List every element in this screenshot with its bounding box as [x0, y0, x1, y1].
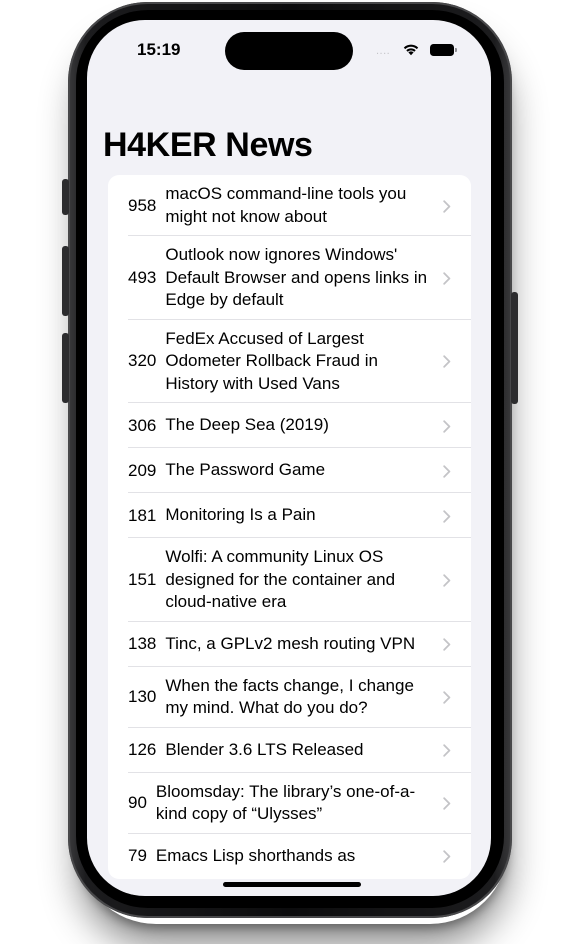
story-title: Emacs Lisp shorthands as [155, 845, 356, 865]
list-item[interactable]: 79 Emacs Lisp shorthands as [108, 834, 471, 879]
story-score: 958 [128, 195, 157, 215]
status-bar: 15:19 .... [87, 20, 491, 80]
list-item[interactable]: 306 The Deep Sea (2019) [108, 403, 471, 448]
story-title: FedEx Accused of Largest Odometer Rollba… [165, 328, 378, 393]
story-title: Tinc, a GPLv2 mesh routing VPN [165, 633, 416, 653]
list-item[interactable]: 181 Monitoring Is a Pain [108, 493, 471, 538]
chevron-right-icon [443, 574, 451, 587]
volume-up-button [62, 246, 69, 316]
story-title: Wolfi: A community Linux OS designed for… [165, 547, 396, 611]
list-item[interactable]: 151 Wolfi: A community Linux OS designed … [108, 538, 471, 622]
chevron-right-icon [443, 199, 451, 213]
story-score: 306 [128, 415, 157, 435]
story-list[interactable]: 958 macOS command-line tools you might no… [108, 175, 471, 879]
story-title: Blender 3.6 LTS Released [165, 739, 364, 759]
list-item[interactable]: 138 Tinc, a GPLv2 mesh routing VPN [108, 622, 471, 667]
story-title: Outlook now ignores Windows' Default Bro… [165, 245, 428, 309]
chevron-right-icon [443, 419, 451, 433]
chevron-right-icon [443, 850, 451, 863]
chevron-right-icon [443, 272, 451, 285]
chevron-right-icon [443, 638, 451, 651]
story-score: 130 [128, 687, 157, 706]
dynamic-island [225, 32, 353, 70]
list-item[interactable]: 493 Outlook now ignores Windows' Default … [108, 236, 471, 320]
page-title: H4KER News [103, 126, 313, 164]
list-item[interactable]: 958 macOS command-line tools you might no… [108, 175, 471, 236]
story-title: macOS command-line tools you might not k… [165, 184, 407, 226]
battery-icon [430, 44, 457, 56]
story-score: 126 [128, 740, 157, 759]
story-score: 151 [128, 569, 157, 589]
chevron-right-icon [443, 797, 451, 810]
volume-down-button [62, 333, 69, 403]
story-title: When the facts change, I change my mind.… [165, 675, 414, 718]
story-score: 138 [128, 634, 157, 653]
story-score: 181 [128, 505, 157, 525]
list-item[interactable]: 209 The Password Game [108, 448, 471, 493]
story-score: 79 [128, 846, 147, 865]
story-score: 493 [128, 267, 157, 287]
story-score: 90 [128, 793, 147, 812]
power-button [511, 292, 518, 404]
story-title: The Deep Sea (2019) [165, 415, 329, 435]
screen: 15:19 .... H4KER News 958 macOS command-l… [87, 20, 491, 896]
chevron-right-icon [443, 509, 451, 523]
story-score: 209 [128, 460, 157, 480]
list-item[interactable]: 320 FedEx Accused of Largest Odometer Rol… [108, 320, 471, 404]
home-indicator[interactable] [223, 882, 361, 887]
wifi-icon [403, 44, 419, 56]
story-title: The Password Game [165, 460, 326, 480]
device-stage: 15:19 .... H4KER News 958 macOS command-l… [0, 0, 578, 944]
chevron-right-icon [443, 464, 451, 478]
silent-switch [62, 179, 69, 215]
story-score: 320 [128, 351, 157, 371]
chevron-right-icon [443, 355, 451, 368]
list-item[interactable]: 90 Bloomsday: The library’s one-of-a-kind… [108, 773, 471, 834]
cellular-signal-icon: .... [376, 45, 391, 57]
chevron-right-icon [443, 744, 451, 757]
chevron-right-icon [443, 691, 451, 704]
list-item[interactable]: 130 When the facts change, I change my mi… [108, 667, 471, 728]
story-title: Monitoring Is a Pain [165, 505, 316, 525]
story-title: Bloomsday: The library’s one-of-a-kind c… [155, 781, 416, 824]
status-time: 15:19 [137, 40, 181, 59]
list-item[interactable]: 126 Blender 3.6 LTS Released [108, 728, 471, 773]
